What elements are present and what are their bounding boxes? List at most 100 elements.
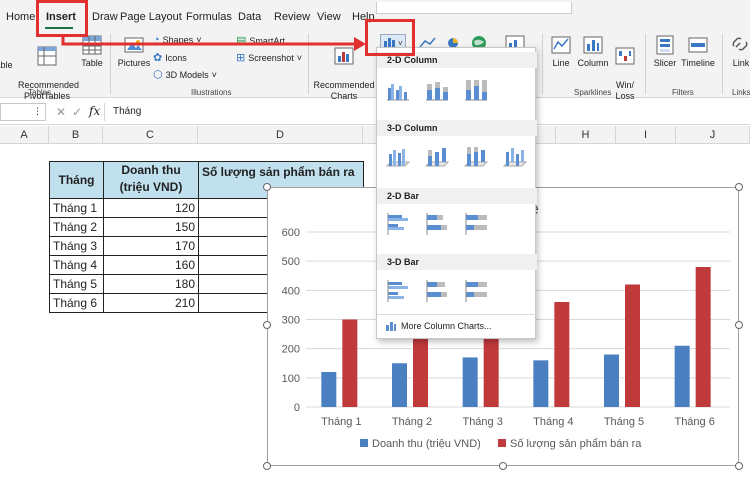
bar-revenue <box>674 345 690 407</box>
resize-handle[interactable] <box>263 183 271 191</box>
group-label-filters: Filters <box>672 88 694 97</box>
clustered-column-option[interactable] <box>385 78 411 105</box>
table-cell-quantity[interactable] <box>198 217 268 237</box>
bar-quantity <box>554 302 570 407</box>
3d-clustered-bar-icon <box>387 280 408 302</box>
group-label-tables: Tables <box>28 88 52 97</box>
100-stacked-column-option[interactable] <box>463 78 489 105</box>
legend-swatch <box>498 439 506 447</box>
stacked-bar-icon <box>426 213 447 235</box>
column-header-g[interactable] <box>536 126 556 144</box>
3d-stacked-bar-option[interactable] <box>424 278 450 307</box>
legend-label: Doanh thu (triệu VND) <box>372 438 481 450</box>
table-cell-revenue[interactable]: 150 <box>103 217 199 237</box>
y-tick-label: 600 <box>282 227 300 239</box>
stacked-column-icon <box>426 82 448 101</box>
legend-label: Số lượng sản phẩm bán ra <box>510 438 642 450</box>
stacked-bar-option[interactable] <box>424 211 450 240</box>
bar-quantity <box>625 284 640 407</box>
table-cell-revenue[interactable]: 170 <box>103 236 199 256</box>
x-tick-label: Tháng 5 <box>604 416 644 428</box>
y-tick-label: 100 <box>282 373 300 385</box>
table-cell-month[interactable]: Tháng 3 <box>49 236 104 256</box>
column-chart-gallery: 2-D Column 3-D Column 2-D Bar 3-D Bar Mo… <box>376 47 537 339</box>
3d-column-icon <box>502 148 528 167</box>
resize-handle[interactable] <box>735 462 743 470</box>
pivot-table-button[interactable]: able <box>0 60 16 71</box>
column-header-a[interactable]: A <box>0 126 49 144</box>
table-cell-quantity[interactable] <box>198 236 268 256</box>
column-header-d[interactable]: D <box>198 126 363 144</box>
3d-clustered-bar-option[interactable] <box>385 278 411 307</box>
column-header-j[interactable]: J <box>676 126 750 144</box>
3d-100-stacked-bar-icon <box>465 280 487 302</box>
section-2d-bar: 2-D Bar <box>377 188 537 204</box>
annotation-arrow <box>61 37 366 51</box>
section-3d-bar: 3-D Bar <box>377 254 537 270</box>
3d-column-option[interactable] <box>502 144 528 173</box>
3d-clustered-column-option[interactable] <box>385 144 411 173</box>
bar-revenue <box>462 357 478 407</box>
bar-quantity <box>342 319 358 407</box>
group-label-sparklines: Sparklines <box>574 88 612 97</box>
table-cell-month[interactable]: Tháng 6 <box>49 293 104 313</box>
y-tick-label: 200 <box>282 344 300 356</box>
100-stacked-column-icon <box>465 80 487 101</box>
stacked-column-option[interactable] <box>424 78 450 105</box>
resize-handle[interactable] <box>735 183 743 191</box>
table-cell-revenue[interactable]: 180 <box>103 274 199 294</box>
resize-handle[interactable] <box>263 462 271 470</box>
bar-quantity <box>695 267 711 407</box>
table-cell-month[interactable]: Tháng 5 <box>49 274 104 294</box>
3d-models-label: 3D Models <box>165 69 209 80</box>
function-icon[interactable]: fx <box>89 104 100 118</box>
resize-handle[interactable] <box>499 462 507 470</box>
cancel-icon[interactable]: ✕ <box>56 105 66 119</box>
table-header-revenue[interactable]: Doanh thu (triệu VND) <box>103 161 199 199</box>
name-box[interactable]: ⋮ <box>0 103 46 121</box>
3d-models-button[interactable]: ⬡ 3D Models ˅ <box>153 68 217 81</box>
table-cell-quantity[interactable] <box>198 255 268 275</box>
x-tick-label: Tháng 2 <box>392 416 432 428</box>
table-cell-revenue[interactable]: 210 <box>103 293 199 313</box>
resize-handle[interactable] <box>263 321 271 329</box>
column-header-i[interactable]: I <box>616 126 676 144</box>
x-tick-label: Tháng 1 <box>321 416 361 428</box>
table-cell-quantity[interactable] <box>198 274 268 294</box>
table-header-month[interactable]: Tháng <box>49 161 104 199</box>
column-header-c[interactable]: C <box>103 126 198 144</box>
resize-handle[interactable] <box>735 321 743 329</box>
column-header-b[interactable]: B <box>49 126 103 144</box>
100-stacked-bar-option[interactable] <box>463 211 489 240</box>
formula-bar: ⋮ ✕ ✓ fx Tháng <box>0 100 750 125</box>
clustered-column-icon <box>387 84 409 101</box>
bar-revenue <box>321 372 337 407</box>
table-cell-month[interactable]: Tháng 4 <box>49 255 104 275</box>
enter-icon[interactable]: ✓ <box>72 105 82 119</box>
3d-stacked-column-option[interactable] <box>424 144 450 173</box>
more-column-charts-link[interactable]: More Column Charts... <box>385 320 492 332</box>
y-tick-label: 400 <box>282 285 300 297</box>
table-cell-month[interactable]: Tháng 1 <box>49 198 104 218</box>
clustered-bar-option[interactable] <box>385 211 411 240</box>
chevron-down-icon: ⋮ <box>33 106 42 116</box>
sparkline-winloss-label: Win/ Loss <box>615 80 635 101</box>
section-3d-column: 3-D Column <box>377 120 537 136</box>
group-label-illustrations: Illustrations <box>191 88 232 97</box>
100-stacked-bar-icon <box>465 213 487 235</box>
table-cell-quantity[interactable] <box>198 293 268 313</box>
3d-clustered-column-icon <box>385 149 411 167</box>
3d-stacked-bar-icon <box>426 280 447 302</box>
y-tick-label: 0 <box>294 402 300 414</box>
column-header-h[interactable]: H <box>556 126 616 144</box>
table-cell-month[interactable]: Tháng 2 <box>49 217 104 237</box>
x-tick-label: Tháng 4 <box>533 416 573 428</box>
3d-100-stacked-bar-option[interactable] <box>463 278 489 307</box>
3d-100-stacked-column-option[interactable] <box>463 144 489 173</box>
arrow-head <box>354 37 366 51</box>
group-label-links: Links <box>732 88 750 97</box>
recommended-charts-label: Recommended Charts <box>313 80 375 101</box>
table-cell-quantity[interactable] <box>198 198 268 218</box>
table-cell-revenue[interactable]: 120 <box>103 198 199 218</box>
table-cell-revenue[interactable]: 160 <box>103 255 199 275</box>
